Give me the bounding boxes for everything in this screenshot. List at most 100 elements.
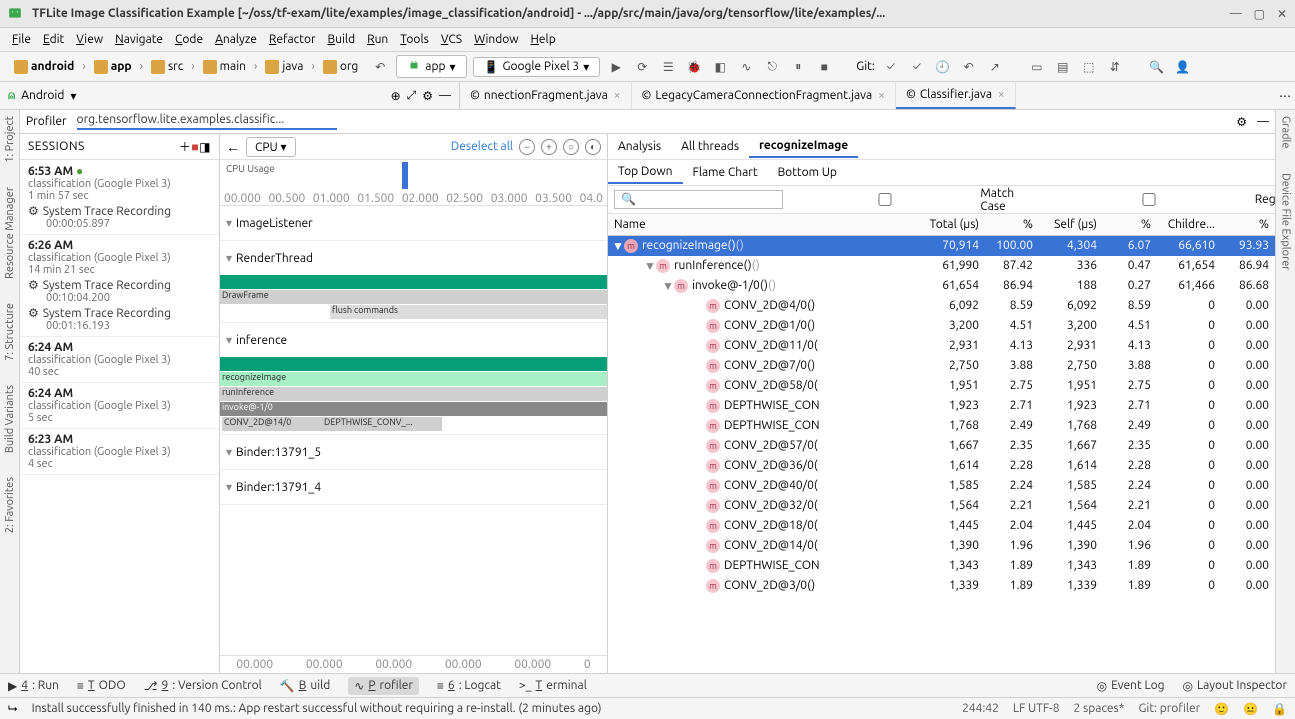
tool-resource-manager[interactable]: Resource Manager <box>4 187 16 279</box>
thread-row[interactable]: ▾Binder:13791_4 <box>220 470 607 505</box>
editor-tab[interactable]: ©Classifier.java× <box>896 82 1016 109</box>
deselect-all-link[interactable]: Deselect all <box>451 140 513 153</box>
column-header[interactable]: Self (μs) <box>1039 218 1103 231</box>
zoom-in-icon[interactable]: + <box>541 139 557 155</box>
stop-session-icon[interactable]: ■ <box>191 140 199 154</box>
column-header[interactable]: Total (μs) <box>921 218 985 231</box>
tool-1--project[interactable]: 1: Project <box>4 116 16 163</box>
session-item[interactable]: 6:23 AMclassification (Google Pixel 3)4 … <box>20 429 219 475</box>
bottom-tool-6--logcat[interactable]: ≡ 6: Logcat <box>437 679 501 693</box>
bottom-tool-profiler[interactable]: ∿ Profiler <box>348 677 419 695</box>
call-tree-row[interactable]: mCONV_2D@4/0()6,0928.596,0928.5900.00 <box>608 296 1275 316</box>
call-tree-row[interactable]: mCONV_2D@32/0(1,5642.211,5642.2100.00 <box>608 496 1275 516</box>
git-branch[interactable]: Git: profiler <box>1138 702 1200 715</box>
call-tree-row[interactable]: mCONV_2D@36/0(1,6142.281,6142.2800.00 <box>608 456 1275 476</box>
call-tree-row[interactable]: mCONV_2D@57/0(1,6672.351,6672.3500.00 <box>608 436 1275 456</box>
view-tab[interactable]: Bottom Up <box>768 162 847 183</box>
tabs-dropdown-icon[interactable]: ⋯ <box>1279 89 1291 103</box>
call-tree-row[interactable]: mCONV_2D@18/0(1,4452.041,4452.0400.00 <box>608 516 1275 536</box>
minimize-tool-icon[interactable]: — <box>439 89 451 102</box>
column-header[interactable]: % <box>985 218 1039 231</box>
minimize-icon[interactable]: — <box>1230 7 1242 21</box>
bottom-tool-todo[interactable]: ≡ TODO <box>77 679 126 693</box>
column-header[interactable]: Name <box>608 218 921 231</box>
close-icon[interactable]: ✕ <box>1277 7 1287 21</box>
back-icon[interactable]: ← <box>226 139 240 155</box>
tool-2--favorites[interactable]: 2: Favorites <box>4 477 16 533</box>
bottom-tool-4--run[interactable]: ▶ 4: Run <box>8 679 59 693</box>
call-tree-row[interactable]: ▼mrunInference() ()61,99087.423360.4761,… <box>608 256 1275 276</box>
view-tab[interactable]: Top Down <box>608 161 683 184</box>
menu-code[interactable]: Code <box>171 31 207 48</box>
cpu-combo[interactable]: CPU ▾ <box>246 137 296 157</box>
attach-debugger-icon[interactable]: ⎋ <box>762 57 782 77</box>
face-ok-icon[interactable]: 🙂 <box>1214 702 1229 716</box>
menu-window[interactable]: Window <box>470 31 522 48</box>
regex-checkbox[interactable]: Regex <box>1046 193 1289 206</box>
call-tree-row[interactable]: mCONV_2D@7/0()2,7503.882,7503.8800.00 <box>608 356 1275 376</box>
menu-edit[interactable]: Edit <box>39 31 68 48</box>
analysis-tab[interactable]: Analysis <box>608 136 671 157</box>
bottom-tool-layout-inspector[interactable]: ◎ Layout Inspector <box>1183 679 1287 693</box>
search-icon[interactable]: 🔍 <box>1147 57 1167 77</box>
call-tree-row[interactable]: mCONV_2D@11/0(2,9314.132,9314.1300.00 <box>608 336 1275 356</box>
run-icon[interactable]: ▶ <box>606 57 626 77</box>
tool-gradle[interactable]: Gradle <box>1280 116 1292 149</box>
menu-tools[interactable]: Tools <box>396 31 433 48</box>
encoding[interactable]: LF UTF-8 <box>1013 702 1060 715</box>
column-header[interactable]: % <box>1221 218 1275 231</box>
menu-view[interactable]: View <box>72 31 107 48</box>
stop-icon[interactable]: ■ <box>814 57 834 77</box>
dock-icon[interactable]: ◨ <box>199 140 211 154</box>
bottom-tool-event-log[interactable]: ◎ Event Log <box>1097 679 1165 693</box>
apply-code-icon[interactable]: ☰ <box>658 57 678 77</box>
call-tree-row[interactable]: ▼mrecognizeImage() ()70,914100.004,3046.… <box>608 236 1275 256</box>
crumb-java[interactable]: java <box>259 58 309 76</box>
menu-file[interactable]: File <box>8 31 35 48</box>
vcs-history-icon[interactable]: 🕘 <box>933 57 953 77</box>
apply-changes-icon[interactable]: ⟳ <box>632 57 652 77</box>
bottom-tool-build[interactable]: 🔨 Build <box>280 679 331 693</box>
analysis-tab[interactable]: All threads <box>671 136 749 157</box>
view-tab[interactable]: Flame Chart <box>683 162 768 183</box>
cpu-usage-chart[interactable]: CPU Usage 00.00000.50001.00001.50002.000… <box>220 160 607 206</box>
lock-icon[interactable]: 🔒 <box>1272 702 1287 716</box>
time-marker[interactable] <box>402 162 408 189</box>
run-config-combo[interactable]: app ▾ <box>396 55 466 78</box>
call-tree[interactable]: ▼mrecognizeImage() ()70,914100.004,3046.… <box>608 236 1275 673</box>
status-arrow-icon[interactable]: ⮡ <box>8 702 18 716</box>
gear-icon[interactable]: ⚙ <box>422 89 433 103</box>
close-tab-icon[interactable]: × <box>878 89 885 102</box>
add-session-icon[interactable]: ＋ <box>179 138 192 155</box>
thread-row[interactable]: ▾Binder:13791_5 <box>220 435 607 470</box>
breadcrumb[interactable]: androidappsrcmainjavaorg <box>8 58 364 76</box>
call-tree-row[interactable]: mDEPTHWISE_CON1,9232.711,9232.7100.00 <box>608 396 1275 416</box>
call-tree-row[interactable]: mCONV_2D@14/0(1,3901.961,3901.9600.00 <box>608 536 1275 556</box>
session-item[interactable]: 6:53 AM ●classification (Google Pixel 3)… <box>20 160 219 235</box>
analysis-tab[interactable]: recognizeImage <box>749 135 858 158</box>
tool-device-file-explorer[interactable]: Device File Explorer <box>1280 173 1292 270</box>
zoom-fit-icon[interactable]: ○ <box>563 139 579 155</box>
gear-icon[interactable]: ⚙ <box>1236 115 1247 129</box>
thread-row[interactable]: ▾RenderThreadDrawFrameflush commands <box>220 241 607 323</box>
editor-tab[interactable]: ©nnectionFragment.java× <box>460 82 632 109</box>
profiler-package[interactable]: org.tensorflow.lite.examples.classific..… <box>77 113 337 130</box>
match-case-checkbox[interactable]: Match Case <box>793 187 1036 213</box>
user-icon[interactable]: 👤 <box>1173 57 1193 77</box>
caret-position[interactable]: 244:42 <box>962 702 999 715</box>
column-header[interactable]: Childre... <box>1157 218 1221 231</box>
menu-run[interactable]: Run <box>363 31 392 48</box>
vcs-push-icon[interactable]: ↗ <box>985 57 1005 77</box>
search-input[interactable] <box>614 190 783 209</box>
thread-row[interactable]: ▾ImageListener <box>220 206 607 241</box>
menu-navigate[interactable]: Navigate <box>111 31 167 48</box>
column-header[interactable]: % <box>1103 218 1157 231</box>
session-item[interactable]: 6:26 AMclassification (Google Pixel 3)14… <box>20 235 219 337</box>
nav-back-icon[interactable]: ↶ <box>370 57 390 77</box>
bottom-tool-terminal[interactable]: >_ Terminal <box>519 679 587 692</box>
editor-tab[interactable]: ©LegacyCameraConnectionFragment.java× <box>632 82 896 109</box>
sdk-manager-icon[interactable]: ▤ <box>1053 57 1073 77</box>
crumb-src[interactable]: src <box>145 58 189 76</box>
crumb-android[interactable]: android <box>8 58 80 76</box>
vcs-commit-icon[interactable]: ✓ <box>907 57 927 77</box>
